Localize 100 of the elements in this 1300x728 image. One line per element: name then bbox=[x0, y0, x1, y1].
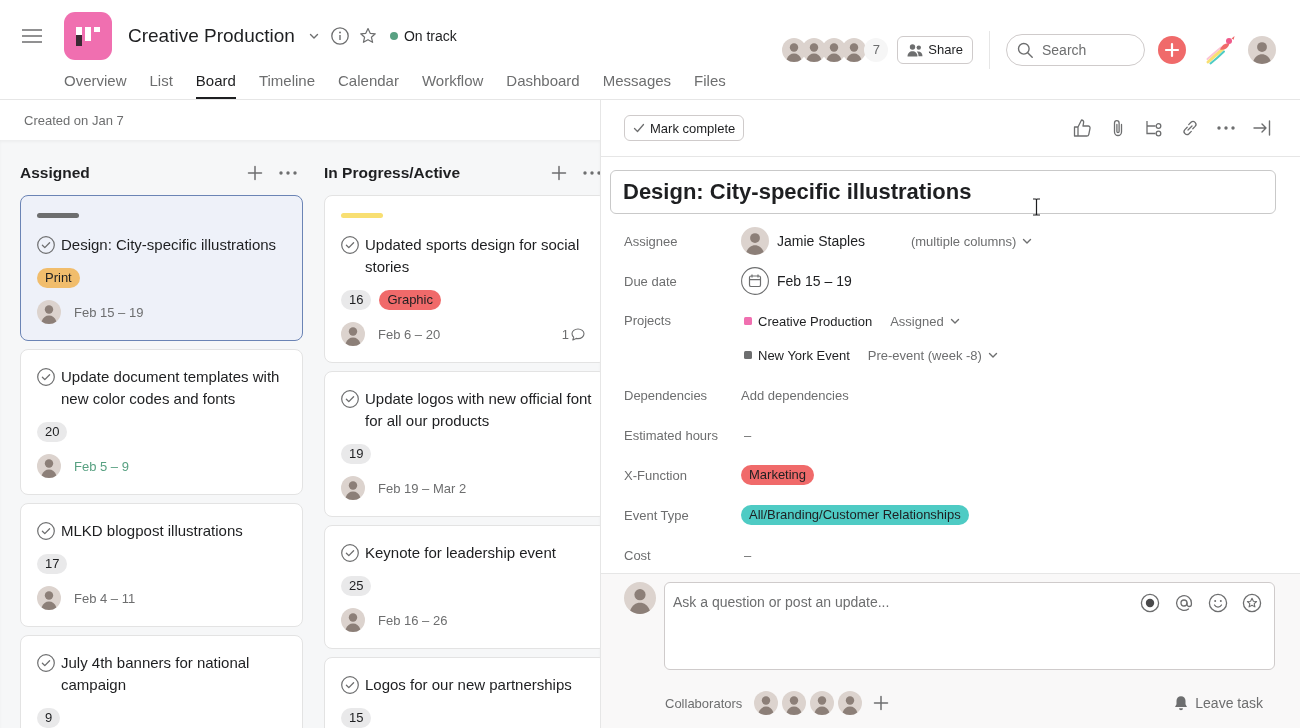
tab[interactable]: Messages bbox=[602, 72, 672, 99]
assignee-name[interactable]: Jamie Staples bbox=[777, 233, 865, 249]
task-tag: Print bbox=[37, 268, 80, 288]
field-label: Estimated hours bbox=[624, 427, 719, 443]
avatar-icon bbox=[838, 691, 863, 715]
tab[interactable]: List bbox=[149, 72, 173, 99]
search-field[interactable]: Search bbox=[1006, 33, 1145, 66]
number-value: 16 bbox=[341, 290, 372, 310]
check-circle-icon[interactable] bbox=[37, 522, 55, 540]
member-count[interactable]: 7 bbox=[864, 37, 889, 62]
avatar-icon bbox=[842, 37, 867, 62]
task-card[interactable]: Update logos with new official font for all our products 19 Feb 19 – Mar 2 bbox=[324, 371, 600, 517]
due-date: Feb 5 – 9 bbox=[74, 458, 129, 474]
bell-icon bbox=[1173, 695, 1190, 711]
avatar-icon bbox=[37, 454, 61, 478]
task-title-field[interactable]: Design: City-specific illustrations bbox=[610, 170, 1276, 214]
collaborators-label: Collaborators bbox=[665, 695, 743, 711]
check-circle-icon[interactable] bbox=[341, 390, 359, 408]
close-panel-icon[interactable] bbox=[1252, 118, 1272, 138]
check-circle-icon[interactable] bbox=[37, 236, 55, 254]
avatar-icon bbox=[341, 322, 365, 346]
comment-count: 1 bbox=[561, 326, 569, 342]
search-icon bbox=[1017, 41, 1033, 58]
menu-icon[interactable] bbox=[22, 29, 42, 43]
tab[interactable]: Overview bbox=[64, 72, 127, 99]
check-circle-icon[interactable] bbox=[37, 368, 55, 386]
task-tag: Graphic bbox=[379, 290, 441, 310]
field-action-link[interactable]: Add dependencies bbox=[741, 387, 849, 403]
mark-complete-button[interactable]: Mark complete bbox=[624, 115, 745, 141]
thumbs-up-icon[interactable] bbox=[1072, 118, 1092, 138]
tab[interactable]: Files bbox=[694, 72, 726, 99]
more-icon[interactable] bbox=[279, 171, 297, 175]
section-dropdown[interactable]: Assigned bbox=[890, 313, 961, 329]
task-title: Keynote for leadership event bbox=[365, 543, 556, 563]
avatar-icon bbox=[341, 608, 365, 632]
task-title: Logos for our new partnerships bbox=[365, 675, 572, 695]
record-icon[interactable] bbox=[1140, 593, 1160, 613]
task-card[interactable]: Updated sports design for social stories 16 Graphic Feb 6 – 20 1 bbox=[324, 195, 600, 363]
add-icon[interactable] bbox=[551, 165, 567, 181]
calendar-icon[interactable] bbox=[741, 267, 769, 295]
column-dropdown[interactable]: (multiple columns) bbox=[910, 233, 1034, 249]
link-icon[interactable] bbox=[1180, 118, 1200, 138]
task-title: Updated sports design for social stories bbox=[365, 235, 581, 277]
created-date: Created on Jan 7 bbox=[24, 112, 124, 128]
project-link[interactable]: Creative Production bbox=[758, 313, 873, 329]
star-icon[interactable] bbox=[358, 27, 377, 45]
tab[interactable]: Timeline bbox=[258, 72, 316, 99]
tab[interactable]: Workflow bbox=[421, 72, 484, 99]
field-label: Event Type bbox=[624, 507, 690, 523]
check-circle-icon[interactable] bbox=[341, 236, 359, 254]
avatar-icon bbox=[37, 586, 61, 610]
check-circle-icon[interactable] bbox=[341, 544, 359, 562]
number-value: 9 bbox=[37, 708, 61, 728]
task-card[interactable]: July 4th banners for national campaign 9 bbox=[20, 635, 303, 728]
section-dropdown[interactable]: Pre-event (week -8) bbox=[867, 347, 999, 363]
bird-icon[interactable] bbox=[1205, 34, 1235, 65]
avatar-icon bbox=[810, 691, 835, 715]
text-cursor-icon bbox=[1032, 198, 1041, 216]
task-card[interactable]: Update document templates with new color codes and fonts 20 Feb 5 – 9 bbox=[20, 349, 303, 495]
column-title: Assigned bbox=[20, 164, 91, 182]
add-icon[interactable] bbox=[247, 165, 263, 181]
emoji-icon[interactable] bbox=[1208, 593, 1228, 613]
task-title: MLKD blogpost illustrations bbox=[61, 521, 243, 541]
field-tag[interactable]: Marketing bbox=[741, 465, 815, 485]
check-circle-icon[interactable] bbox=[37, 654, 55, 672]
subtask-icon[interactable] bbox=[1144, 118, 1164, 138]
comment-icon[interactable] bbox=[571, 327, 585, 341]
add-icon[interactable] bbox=[1158, 35, 1186, 64]
task-title: Design: City-specific illustrations bbox=[61, 235, 277, 255]
add-collaborator-icon[interactable] bbox=[873, 695, 890, 711]
due-date: Feb 6 – 20 bbox=[378, 326, 441, 342]
due-date: Feb 16 – 26 bbox=[378, 612, 448, 628]
task-card[interactable]: MLKD blogpost illustrations 17 Feb 4 – 11 bbox=[20, 503, 303, 627]
mention-icon[interactable] bbox=[1174, 593, 1194, 613]
check-circle-icon[interactable] bbox=[341, 676, 359, 694]
tab[interactable]: Board bbox=[195, 72, 236, 99]
tab[interactable]: Dashboard bbox=[506, 72, 580, 99]
tab[interactable]: Calendar bbox=[338, 72, 399, 99]
info-icon[interactable] bbox=[330, 27, 349, 45]
comment-field[interactable]: Ask a question or post an update... bbox=[664, 582, 1275, 670]
avatar-icon bbox=[1248, 35, 1276, 64]
due-date-value[interactable]: Feb 15 – 19 bbox=[777, 273, 852, 289]
project-link[interactable]: New York Event bbox=[758, 347, 850, 363]
task-card[interactable]: Design: City-specific illustrations Print Feb 15 – 19 bbox=[20, 195, 303, 341]
avatar-icon bbox=[37, 300, 61, 324]
more-icon[interactable] bbox=[583, 171, 600, 175]
star-circle-icon[interactable] bbox=[1242, 593, 1262, 613]
field-label: Cost bbox=[624, 547, 652, 563]
field-value: – bbox=[744, 427, 752, 443]
field-value: – bbox=[744, 547, 752, 563]
avatar-icon bbox=[624, 582, 656, 614]
project-status[interactable]: On track bbox=[403, 28, 457, 44]
field-label: Due date bbox=[624, 273, 678, 289]
task-card[interactable]: Logos for our new partnerships 15 bbox=[324, 657, 600, 728]
field-tag[interactable]: All/Branding/Customer Relationships bbox=[741, 505, 969, 525]
leave-task-button[interactable]: Leave task bbox=[1173, 695, 1263, 711]
project-title: Creative Production bbox=[128, 25, 295, 47]
task-card[interactable]: Keynote for leadership event 25 Feb 16 – 26 bbox=[324, 525, 600, 649]
share-button[interactable]: Share bbox=[897, 35, 973, 64]
number-value: 25 bbox=[341, 576, 372, 596]
